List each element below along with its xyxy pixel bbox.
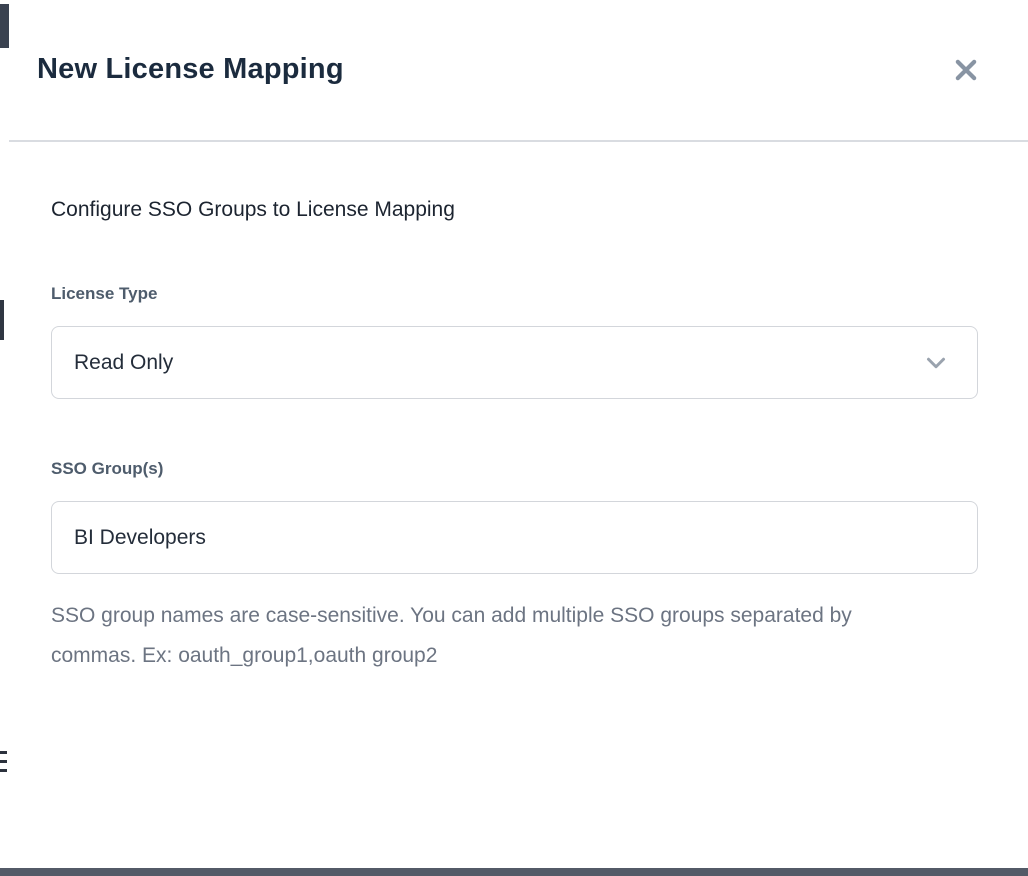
modal-body: Configure SSO Groups to License Mapping … (9, 142, 1028, 676)
sso-groups-help: SSO group names are case-sensitive. You … (51, 596, 901, 676)
background-edge-top-left (0, 4, 9, 48)
background-edge-mid-left (0, 300, 4, 340)
close-icon[interactable] (948, 52, 984, 88)
sso-groups-label: SSO Group(s) (51, 459, 978, 479)
modal-header: New License Mapping (9, 0, 1028, 142)
chevron-down-icon (921, 348, 951, 378)
menu-icon (0, 751, 7, 778)
sso-groups-input[interactable] (51, 501, 978, 574)
modal-subtitle: Configure SSO Groups to License Mapping (51, 198, 978, 222)
license-type-value: Read Only (74, 351, 173, 375)
background-edge-bottom (0, 868, 1028, 876)
license-type-label: License Type (51, 284, 978, 304)
new-license-mapping-modal: New License Mapping Configure SSO Groups… (9, 0, 1028, 868)
license-type-select[interactable]: Read Only (51, 326, 978, 399)
modal-title: New License Mapping (37, 53, 344, 86)
